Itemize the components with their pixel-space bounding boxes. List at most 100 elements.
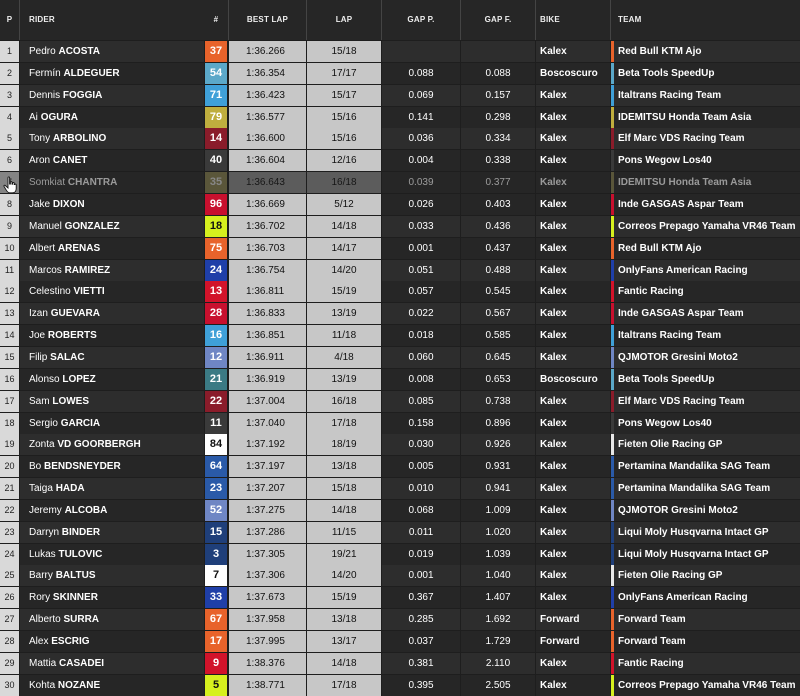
team-cell[interactable]: Fieten Olie Racing GP [611, 565, 800, 587]
header-rider[interactable]: RIDER [20, 0, 204, 40]
rider-name[interactable]: Marcos RAMIREZ [20, 259, 204, 281]
team-cell[interactable]: IDEMITSU Honda Team Asia [611, 106, 800, 128]
table-row[interactable]: 20 Bo BENDSNEYDER 64 1:37.197 13/18 0.005 0.93… [0, 456, 800, 478]
header-number[interactable]: # [205, 0, 227, 40]
team-cell[interactable]: Elf Marc VDS Racing Team [611, 390, 800, 412]
table-row[interactable]: 2 Fermín ALDEGUER 54 1:36.354 17/17 0.088 0.08… [0, 62, 800, 84]
team-cell[interactable]: IDEMITSU Honda Team Asia [611, 172, 800, 194]
team-name: Pons Wegow Los40 [618, 417, 712, 429]
rider-name[interactable]: Jeremy ALCOBA [20, 499, 204, 521]
table-row[interactable]: 3 Dennis FOGGIA 71 1:36.423 15/17 0.069 0.157 K… [0, 84, 800, 106]
table-row[interactable]: 25 Barry BALTUS 7 1:37.306 14/20 0.001 1.040 Ka… [0, 565, 800, 587]
table-row[interactable]: 24 Lukas TULOVIC 3 1:37.305 19/21 0.019 1.039 K… [0, 543, 800, 565]
rider-name[interactable]: Filip SALAC [20, 346, 204, 368]
table-row[interactable]: 22 Jeremy ALCOBA 52 1:37.275 14/18 0.068 1.009… [0, 499, 800, 521]
team-cell[interactable]: QJMOTOR Gresini Moto2 [611, 499, 800, 521]
rider-name[interactable]: Zonta VD GOORBERGH [20, 434, 204, 456]
rider-name[interactable]: Izan GUEVARA [20, 303, 204, 325]
rider-name[interactable]: Darryn BINDER [20, 521, 204, 543]
team-cell[interactable]: Liqui Moly Husqvarna Intact GP [611, 521, 800, 543]
team-cell[interactable]: OnlyFans American Racing [611, 587, 800, 609]
header-pos[interactable]: P [0, 0, 19, 40]
team-cell[interactable]: Liqui Moly Husqvarna Intact GP [611, 543, 800, 565]
rider-name[interactable]: Somkiat CHANTRA [20, 172, 204, 194]
team-cell[interactable]: Fantic Racing [611, 281, 800, 303]
table-row[interactable]: 14 Joe ROBERTS 16 1:36.851 11/18 0.018 0.585 Ka… [0, 325, 800, 347]
rider-name[interactable]: Tony ARBOLINO [20, 128, 204, 150]
rider-name[interactable]: Pedro ACOSTA [20, 41, 204, 62]
table-row[interactable]: 23 Darryn BINDER 15 1:37.286 11/15 0.011 1.020… [0, 521, 800, 543]
rider-name[interactable]: Joe ROBERTS [20, 325, 204, 347]
table-row[interactable]: 17 Sam LOWES 22 1:37.004 16/18 0.085 0.738 Kale… [0, 390, 800, 412]
table-row[interactable]: 18 Sergio GARCIA 11 1:37.040 17/18 0.158 0.896… [0, 412, 800, 434]
table-row[interactable]: 8 Jake DIXON 96 1:36.669 5/12 0.026 0.403 Kalex… [0, 194, 800, 215]
header-bike[interactable]: BIKE [536, 0, 610, 40]
header-team[interactable]: TEAM [611, 0, 800, 40]
table-row[interactable]: 16 Alonso LOPEZ 21 1:36.919 13/19 0.008 0.653 B… [0, 368, 800, 390]
table-row[interactable]: 29 Mattia CASADEI 9 1:38.376 14/18 0.381 2.110… [0, 652, 800, 674]
team-cell[interactable]: OnlyFans American Racing [611, 259, 800, 281]
team-cell[interactable]: Italtrans Racing Team [611, 84, 800, 106]
rider-name[interactable]: Rory SKINNER [20, 587, 204, 609]
header-gap-first[interactable]: GAP F. [461, 0, 535, 40]
team-cell[interactable]: Italtrans Racing Team [611, 325, 800, 347]
rider-name[interactable]: Sergio GARCIA [20, 412, 204, 434]
table-row[interactable]: 4 Ai OGURA 79 1:36.577 15/16 0.141 0.298 Kalex I… [0, 106, 800, 128]
table-row[interactable]: 27 Alberto SURRA 67 1:37.958 13/18 0.285 1.692… [0, 609, 800, 631]
team-cell[interactable]: Correos Prepago Yamaha VR46 Team [611, 674, 800, 696]
team-cell[interactable]: Beta Tools SpeedUp [611, 368, 800, 390]
team-cell[interactable]: Pons Wegow Los40 [611, 150, 800, 172]
team-cell[interactable]: Fantic Racing [611, 652, 800, 674]
rider-name[interactable]: Jake DIXON [20, 194, 204, 215]
table-row[interactable]: 11 Marcos RAMIREZ 24 1:36.754 14/20 0.051 0.48… [0, 259, 800, 281]
table-row[interactable]: 19 Zonta VD GOORBERGH 84 1:37.192 18/19 0.030… [0, 434, 800, 456]
rider-name[interactable]: Taiga HADA [20, 478, 204, 499]
header-lap[interactable]: LAP [307, 0, 381, 40]
table-row[interactable]: 12 Celestino VIETTI 13 1:36.811 15/19 0.057 0.… [0, 281, 800, 303]
rider-name[interactable]: Manuel GONZALEZ [20, 215, 204, 237]
rider-name[interactable]: Albert ARENAS [20, 237, 204, 259]
team-cell[interactable]: Beta Tools SpeedUp [611, 62, 800, 84]
table-row[interactable]: 28 Alex ESCRIG 17 1:37.995 13/17 0.037 1.729 Fo… [0, 631, 800, 652]
team-cell[interactable]: QJMOTOR Gresini Moto2 [611, 346, 800, 368]
table-row[interactable]: 10 Albert ARENAS 75 1:36.703 14/17 0.001 0.437… [0, 237, 800, 259]
team-cell[interactable]: Correos Prepago Yamaha VR46 Team [611, 215, 800, 237]
team-cell[interactable]: Inde GASGAS Aspar Team [611, 194, 800, 215]
rider-name[interactable]: Alberto SURRA [20, 609, 204, 631]
team-cell[interactable]: Pertamina Mandalika SAG Team [611, 478, 800, 499]
team-cell[interactable]: Pons Wegow Los40 [611, 412, 800, 434]
rider-name[interactable]: Kohta NOZANE [20, 674, 204, 696]
team-cell[interactable]: Red Bull KTM Ajo [611, 237, 800, 259]
rider-name[interactable]: Dennis FOGGIA [20, 84, 204, 106]
rider-name[interactable]: Fermín ALDEGUER [20, 62, 204, 84]
team-cell[interactable]: Pertamina Mandalika SAG Team [611, 456, 800, 478]
table-row[interactable]: 5 Tony ARBOLINO 14 1:36.600 15/16 0.036 0.334 K… [0, 128, 800, 150]
team-cell[interactable]: Forward Team [611, 631, 800, 652]
rider-name[interactable]: Barry BALTUS [20, 565, 204, 587]
table-row[interactable]: 1 Pedro ACOSTA 37 1:36.266 15/18 Kalex Red Bul… [0, 41, 800, 62]
header-gap-prev[interactable]: GAP P. [382, 0, 460, 40]
rider-name[interactable]: Bo BENDSNEYDER [20, 456, 204, 478]
table-row[interactable]: 7Somkiat CHANTRA351:36.64316/180.0390.37… [0, 172, 800, 194]
rider-name[interactable]: Celestino VIETTI [20, 281, 204, 303]
team-cell[interactable]: Elf Marc VDS Racing Team [611, 128, 800, 150]
table-row[interactable]: 9 Manuel GONZALEZ 18 1:36.702 14/18 0.033 0.43… [0, 215, 800, 237]
rider-name[interactable]: Alonso LOPEZ [20, 368, 204, 390]
team-cell[interactable]: Forward Team [611, 609, 800, 631]
rider-name[interactable]: Aron CANET [20, 150, 204, 172]
header-best-lap[interactable]: BEST LAP [229, 0, 306, 40]
table-row[interactable]: 6 Aron CANET 40 1:36.604 12/16 0.004 0.338 Kale… [0, 150, 800, 172]
rider-name[interactable]: Sam LOWES [20, 390, 204, 412]
rider-name[interactable]: Alex ESCRIG [20, 631, 204, 652]
rider-name[interactable]: Lukas TULOVIC [20, 543, 204, 565]
table-row[interactable]: 15 Filip SALAC 12 1:36.911 4/18 0.060 0.645 Kal… [0, 346, 800, 368]
team-cell[interactable]: Inde GASGAS Aspar Team [611, 303, 800, 325]
rider-name[interactable]: Ai OGURA [20, 106, 204, 128]
team-cell[interactable]: Red Bull KTM Ajo [611, 41, 800, 62]
table-row[interactable]: 30 Kohta NOZANE 5 1:38.771 17/18 0.395 2.505 Ka… [0, 674, 800, 696]
table-row[interactable]: 26 Rory SKINNER 33 1:37.673 15/19 0.367 1.407 K… [0, 587, 800, 609]
table-row[interactable]: 13 Izan GUEVARA 28 1:36.833 13/19 0.022 0.567 K… [0, 303, 800, 325]
rider-name[interactable]: Mattia CASADEI [20, 652, 204, 674]
team-cell[interactable]: Fieten Olie Racing GP [611, 434, 800, 456]
table-row[interactable]: 21 Taiga HADA 23 1:37.207 15/18 0.010 0.941 Kal… [0, 478, 800, 499]
